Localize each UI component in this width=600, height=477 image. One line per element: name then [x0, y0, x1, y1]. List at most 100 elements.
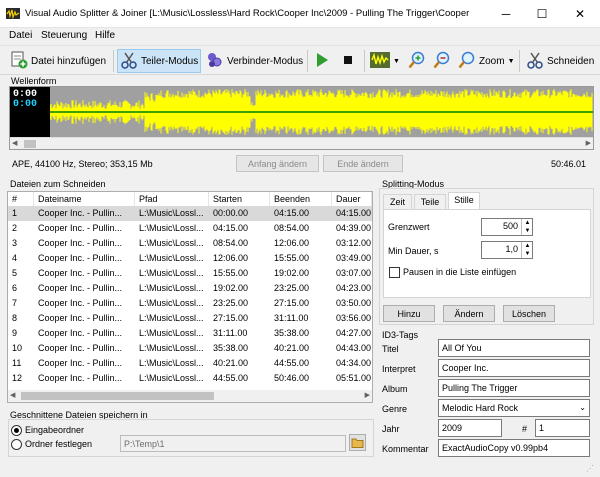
splitting-group: Zeit Teile Stille Grenzwert 500 ▲ ▼ Min D…: [379, 188, 594, 325]
column-header[interactable]: #: [8, 192, 34, 206]
scroll-left-icon[interactable]: ◀: [10, 391, 15, 399]
table-cell: 03:07.00: [336, 268, 372, 278]
spin-arrows[interactable]: ▲ ▼: [521, 219, 532, 235]
comment-field[interactable]: ExactAudioCopy v0.99pb4: [438, 439, 590, 457]
join-mode-button[interactable]: Verbinder-Modus: [204, 49, 305, 73]
pauses-checkbox[interactable]: [389, 267, 400, 278]
track-field[interactable]: 1: [535, 419, 590, 437]
change-button[interactable]: Ändern: [443, 305, 495, 322]
output-path-field[interactable]: P:\Temp\1: [120, 435, 346, 452]
tab-teile[interactable]: Teile: [414, 194, 446, 209]
album-label: Album: [382, 384, 408, 394]
table-cell: 40:21.00: [213, 358, 249, 368]
column-header[interactable]: Starten: [209, 192, 270, 206]
table-cell: 04:15.00: [274, 208, 310, 218]
spin-down-icon[interactable]: ▼: [522, 227, 533, 235]
table-row[interactable]: 2 Cooper Inc. - Pullin... L:\Music\Lossl..…: [8, 221, 372, 236]
title-bar: Visual Audio Splitter & Joiner [L:\Music…: [0, 0, 600, 28]
add-files-button[interactable]: Datei hinzufügen: [8, 49, 108, 73]
title-field[interactable]: All Of You: [438, 339, 590, 357]
time-display-bottom: 0:00: [13, 99, 38, 110]
scrollbar-thumb[interactable]: [24, 140, 36, 148]
table-cell: Cooper Inc. - Pullin...: [38, 373, 123, 383]
maximize-button[interactable]: ☐: [526, 0, 558, 28]
table-row[interactable]: 4 Cooper Inc. - Pullin... L:\Music\Lossl..…: [8, 251, 372, 266]
table-row[interactable]: 5 Cooper Inc. - Pullin... L:\Music\Lossl..…: [8, 266, 372, 281]
table-row[interactable]: 1 Cooper Inc. - Pullin... L:\Music\Lossl..…: [8, 206, 372, 221]
table-cell: Cooper Inc. - Pullin...: [38, 358, 123, 368]
genre-select[interactable]: Melodic Hard Rock ⌄: [438, 399, 590, 417]
min-duration-spinbox[interactable]: 1,0 ▲ ▼: [481, 241, 533, 259]
change-end-button[interactable]: Ende ändern: [323, 155, 403, 172]
minimize-button[interactable]: ─: [490, 0, 522, 28]
column-header[interactable]: Dauer: [332, 192, 372, 206]
table-cell: 1: [12, 208, 18, 218]
column-header[interactable]: Pfad: [135, 192, 209, 206]
table-row[interactable]: 10 Cooper Inc. - Pullin... L:\Music\Lossl.…: [8, 341, 372, 356]
table-row[interactable]: 11 Cooper Inc. - Pullin... L:\Music\Lossl.…: [8, 356, 372, 371]
table-cell: 4: [12, 253, 18, 263]
waveform-view-dropdown[interactable]: ▼: [368, 49, 400, 73]
spin-up-icon[interactable]: ▲: [522, 219, 533, 227]
table-cell: 23:25.00: [213, 298, 249, 308]
table-cell: L:\Music\Lossl...: [139, 298, 204, 308]
delete-button[interactable]: Löschen: [503, 305, 555, 322]
table-row[interactable]: 9 Cooper Inc. - Pullin... L:\Music\Lossl..…: [8, 326, 372, 341]
year-field[interactable]: 2009: [438, 419, 502, 437]
table-cell: Cooper Inc. - Pullin...: [38, 208, 123, 218]
table-row[interactable]: 3 Cooper Inc. - Pullin... L:\Music\Lossl..…: [8, 236, 372, 251]
artist-field[interactable]: Cooper Inc.: [438, 359, 590, 377]
scroll-left-icon[interactable]: ◀: [12, 139, 17, 147]
zoom-label: Zoom: [479, 55, 505, 67]
change-start-button[interactable]: Anfang ändern: [236, 155, 319, 172]
app-icon: [6, 8, 20, 20]
files-table[interactable]: # Dateiname Pfad Starten Beenden Dauer 1…: [7, 191, 373, 403]
fixed-folder-radio[interactable]: [11, 439, 22, 450]
waveform-display[interactable]: 0:00 0:00 ◀ ▶: [9, 86, 594, 150]
tab-stille[interactable]: Stille: [448, 192, 480, 209]
table-cell: L:\Music\Lossl...: [139, 358, 204, 368]
scroll-right-icon[interactable]: ▶: [586, 139, 591, 147]
table-cell: 50:46.00: [274, 373, 310, 383]
table-cell: 08:54.00: [213, 238, 249, 248]
toolbar-separator: [364, 50, 365, 72]
column-header[interactable]: Beenden: [270, 192, 332, 206]
menu-datei[interactable]: Datei: [9, 30, 32, 41]
spin-down-icon[interactable]: ▼: [522, 250, 533, 258]
cut-button[interactable]: Schneiden: [524, 49, 596, 73]
scrollbar-thumb[interactable]: [21, 392, 214, 400]
toolbar-separator: [519, 50, 520, 72]
input-folder-radio[interactable]: [11, 425, 22, 436]
table-cell: 10: [12, 343, 23, 353]
menu-hilfe[interactable]: Hilfe: [95, 30, 115, 41]
play-button[interactable]: [313, 49, 333, 73]
table-cell: 03:50.00: [336, 298, 372, 308]
browse-folder-button[interactable]: [349, 434, 366, 451]
table-row[interactable]: 7 Cooper Inc. - Pullin... L:\Music\Lossl..…: [8, 296, 372, 311]
zoom-in-button[interactable]: [406, 49, 428, 73]
add-button[interactable]: Hinzu: [383, 305, 435, 322]
split-mode-button[interactable]: Teiler-Modus: [117, 49, 201, 73]
resize-grip-icon[interactable]: ⋰: [586, 464, 594, 473]
zoom-dropdown[interactable]: Zoom ▼: [456, 49, 517, 73]
stop-button[interactable]: [340, 49, 358, 73]
waveform-scrollbar[interactable]: ◀ ▶: [10, 137, 593, 149]
table-row[interactable]: 6 Cooper Inc. - Pullin... L:\Music\Lossl..…: [8, 281, 372, 296]
table-row[interactable]: 8 Cooper Inc. - Pullin... L:\Music\Lossl..…: [8, 311, 372, 326]
toolbar-separator: [113, 50, 114, 72]
zoom-out-button[interactable]: [431, 49, 453, 73]
table-scrollbar[interactable]: ◀ ▶: [8, 390, 372, 402]
table-cell: Cooper Inc. - Pullin...: [38, 343, 123, 353]
spin-up-icon[interactable]: ▲: [522, 242, 533, 250]
chevron-down-icon: ⌄: [579, 403, 586, 412]
table-row[interactable]: 12 Cooper Inc. - Pullin... L:\Music\Lossl.…: [8, 371, 372, 386]
scroll-right-icon[interactable]: ▶: [365, 391, 370, 399]
album-field[interactable]: Pulling The Trigger: [438, 379, 590, 397]
spin-arrows[interactable]: ▲ ▼: [521, 242, 532, 258]
table-cell: 23:25.00: [274, 283, 310, 293]
close-button[interactable]: ✕: [564, 0, 596, 28]
menu-steuerung[interactable]: Steuerung: [41, 30, 87, 41]
column-header[interactable]: Dateiname: [34, 192, 135, 206]
threshold-spinbox[interactable]: 500 ▲ ▼: [481, 218, 533, 236]
tab-zeit[interactable]: Zeit: [383, 194, 412, 209]
